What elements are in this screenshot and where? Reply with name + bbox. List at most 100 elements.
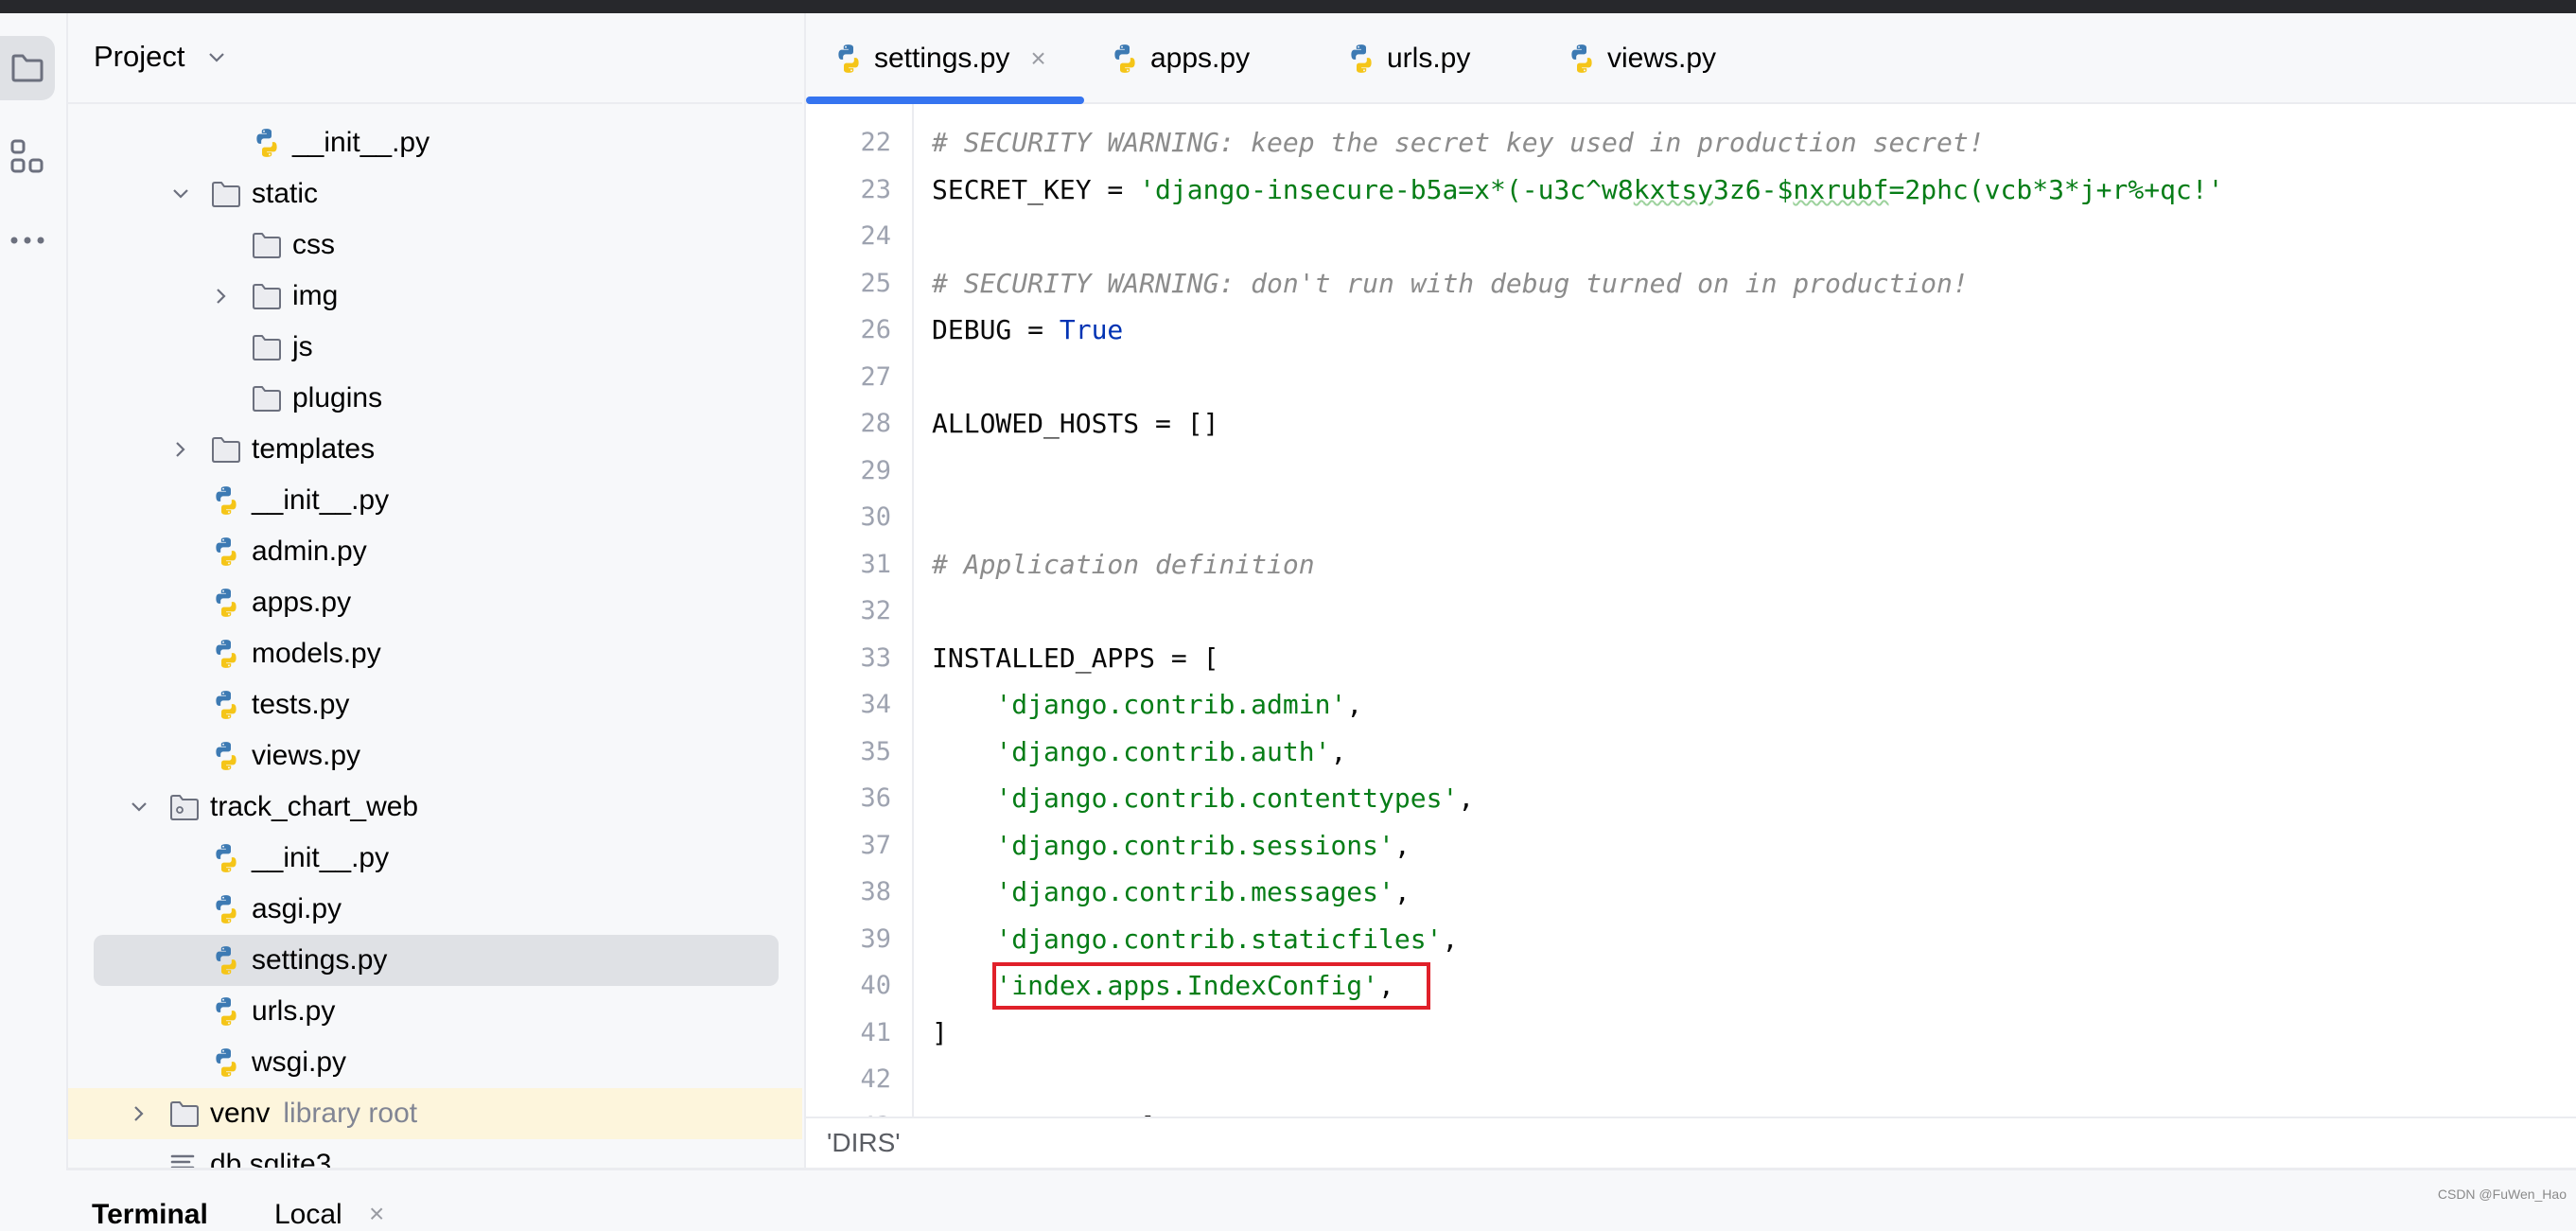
tree-item-db-sqlite3[interactable]: db.sqlite3 <box>68 1139 781 1168</box>
tree-expander[interactable] <box>127 1101 151 1126</box>
tree-item-templates[interactable]: templates <box>68 424 781 475</box>
tree-item-label: img <box>292 280 339 311</box>
line-number: 31 <box>860 549 891 579</box>
code-line[interactable]: 28 ALLOWED_HOSTS = [] <box>806 400 2576 448</box>
folder-icon <box>253 335 281 361</box>
tree-item-tests-py[interactable]: tests.py <box>68 679 781 730</box>
close-icon[interactable]: × <box>369 1199 384 1229</box>
token-string: 'index.apps.IndexConfig' <box>995 970 1379 1002</box>
line-number: 35 <box>860 736 891 766</box>
code-line[interactable]: 27 <box>806 354 2576 401</box>
line-number: 42 <box>860 1064 891 1095</box>
code-line[interactable]: 34 'django.contrib.admin', <box>806 681 2576 729</box>
tree-item-track-chart-web[interactable]: track_chart_web <box>68 782 781 833</box>
code-line[interactable]: 43MIDDLEWARE = [ <box>806 1103 2576 1117</box>
code-line[interactable]: 29 <box>806 448 2576 495</box>
tab-label: settings.py <box>874 43 1010 74</box>
project-tool-button[interactable] <box>0 36 55 100</box>
project-panel-title[interactable]: Project <box>94 40 184 74</box>
tab-apps-py[interactable]: apps.py <box>1109 32 1250 85</box>
active-tab-indicator <box>806 97 1084 104</box>
more-tools-button[interactable] <box>0 208 55 273</box>
chevron-right-icon[interactable] <box>168 437 193 462</box>
tab-settings-py[interactable]: settings.py × <box>832 32 1046 85</box>
tab-views-py[interactable]: views.py <box>1566 32 1716 85</box>
tree-item-init-py[interactable]: __init__.py <box>68 833 781 884</box>
token-plain: SECRET_KEY = <box>932 173 1140 205</box>
line-number: 41 <box>860 1017 891 1047</box>
tree-item-label: static <box>252 178 319 209</box>
chevron-down-icon[interactable] <box>205 45 228 68</box>
breadcrumb[interactable]: 'DIRS' <box>827 1128 901 1158</box>
chevron-right-icon[interactable] <box>127 1101 151 1126</box>
tree-item-js[interactable]: js <box>68 322 781 373</box>
token-plain: , <box>1346 689 1363 721</box>
tree-expander[interactable] <box>209 284 234 308</box>
tree-item-admin-py[interactable]: admin.py <box>68 526 781 577</box>
code-text: # Application definition <box>932 549 1315 580</box>
tree-item-apps-py[interactable]: apps.py <box>68 577 781 628</box>
line-number: 26 <box>860 315 891 345</box>
code-line[interactable]: 25 # SECURITY WARNING: don't run with deb… <box>806 260 2576 308</box>
tree-item-css[interactable]: css <box>68 220 781 271</box>
tree-expander[interactable] <box>127 795 151 819</box>
chevron-right-icon[interactable] <box>209 284 234 308</box>
tree-item-static[interactable]: static <box>68 168 781 220</box>
tree-expander[interactable] <box>168 182 193 206</box>
structure-tool-button[interactable] <box>0 125 55 189</box>
tree-item-label: __init__.py <box>292 127 430 158</box>
tab-label: urls.py <box>1387 43 1471 74</box>
tree-item-hint: library root <box>283 1098 418 1129</box>
tree-item-urls-py[interactable]: urls.py <box>68 986 781 1037</box>
tree-item-settings-py[interactable]: settings.py <box>94 935 779 986</box>
chevron-down-icon[interactable] <box>127 795 151 819</box>
code-line[interactable]: 22 # SECURITY WARNING: keep the secret ke… <box>806 119 2576 167</box>
folder-icon <box>253 233 281 258</box>
token-plain: , <box>1393 876 1411 908</box>
code-line[interactable]: 24 <box>806 213 2576 260</box>
code-line[interactable]: 40 'index.apps.IndexConfig', <box>806 962 2576 1010</box>
code-line[interactable]: 38 'django.contrib.messages', <box>806 869 2576 916</box>
code-text: # SECURITY WARNING: don't run with debug… <box>932 268 1969 299</box>
code-line[interactable]: 30 <box>806 494 2576 541</box>
code-line[interactable]: 31 # Application definition <box>806 541 2576 589</box>
token-plain: ] <box>932 1016 948 1048</box>
code-line[interactable]: 39 'django.contrib.staticfiles', <box>806 916 2576 963</box>
folder-icon <box>170 1101 199 1127</box>
tree-item-plugins[interactable]: plugins <box>68 373 781 424</box>
code-line[interactable]: 42 <box>806 1056 2576 1103</box>
code-text: DEBUG = True <box>932 314 1123 345</box>
tree-item-init-py[interactable]: __init__.py <box>68 475 781 526</box>
code-line[interactable]: 41] <box>806 1010 2576 1057</box>
token-string: 'django.contrib.contenttypes' <box>995 783 1459 815</box>
terminal-tab-local[interactable]: Local <box>274 1199 342 1231</box>
tree-item-models-py[interactable]: models.py <box>68 628 781 679</box>
chevron-down-icon[interactable] <box>168 182 193 206</box>
python-file-icon <box>216 844 237 872</box>
tree-item-init-py[interactable]: __init__.py <box>68 117 781 168</box>
tab-urls-py[interactable]: urls.py <box>1345 32 1470 85</box>
python-file-icon <box>216 895 237 923</box>
tree-item-asgi-py[interactable]: asgi.py <box>68 884 781 935</box>
tree-item-venv[interactable]: venv library root <box>68 1088 802 1139</box>
tree-expander[interactable] <box>168 437 193 462</box>
code-line[interactable]: 37 'django.contrib.sessions', <box>806 822 2576 870</box>
token-plain: , <box>1458 783 1475 815</box>
code-line[interactable]: 26 DEBUG = True <box>806 307 2576 354</box>
code-line[interactable]: 35 'django.contrib.auth', <box>806 729 2576 776</box>
code-line[interactable]: 33 INSTALLED_APPS = [ <box>806 635 2576 682</box>
python-file-icon <box>216 946 237 975</box>
tree-item-img[interactable]: img <box>68 271 781 322</box>
code-line[interactable]: 32 <box>806 588 2576 635</box>
tree-item-views-py[interactable]: views.py <box>68 730 781 782</box>
token-string: 'django.contrib.staticfiles' <box>995 923 1443 955</box>
tab-label: apps.py <box>1150 43 1251 74</box>
code-line[interactable]: 36 'django.contrib.contenttypes', <box>806 775 2576 822</box>
code-area[interactable]: 22 # SECURITY WARNING: keep the secret ke… <box>806 104 2576 1117</box>
tree-item-wsgi-py[interactable]: wsgi.py <box>68 1037 781 1088</box>
code-line[interactable]: 23 SECRET_KEY = 'django-insecure-b5a=x*(-… <box>806 167 2576 214</box>
close-icon[interactable]: × <box>1030 44 1045 74</box>
